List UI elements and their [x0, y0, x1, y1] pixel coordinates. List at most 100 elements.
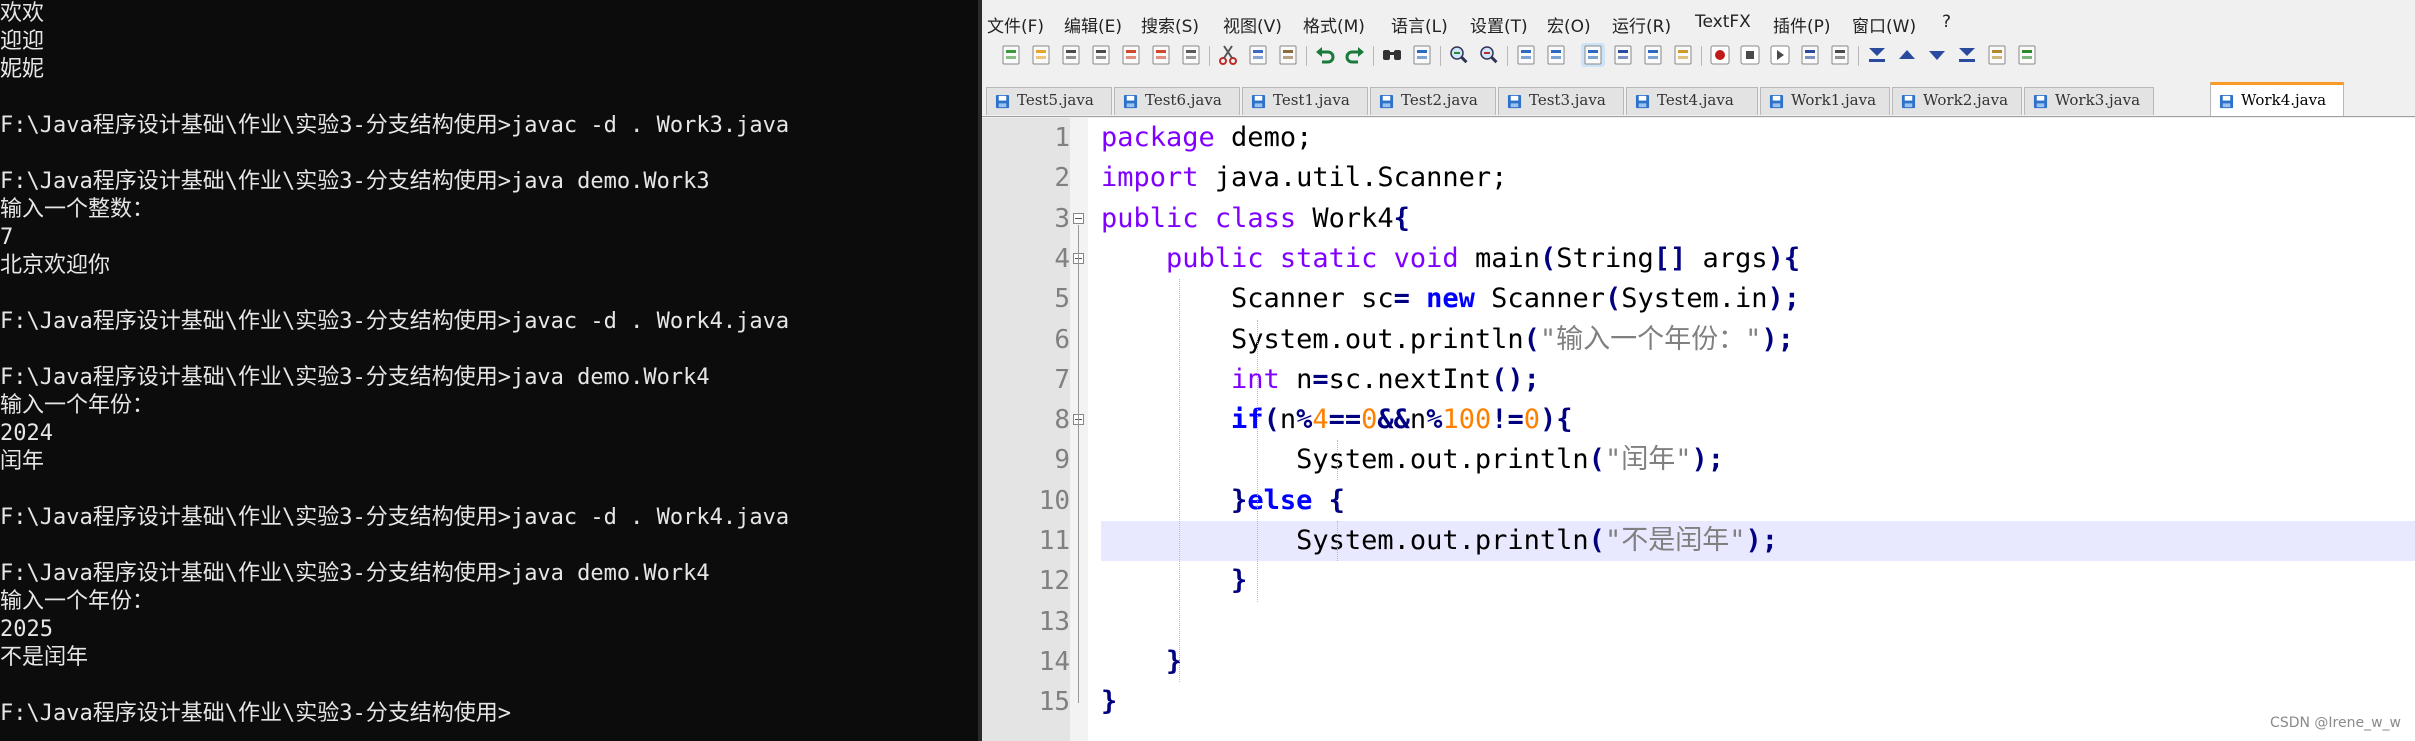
user-language-icon[interactable]: [1671, 43, 1695, 67]
stop-macro-icon[interactable]: [1738, 43, 1762, 67]
tab-file[interactable]: Test4.java: [1626, 87, 1758, 115]
find-icon[interactable]: [1380, 43, 1404, 67]
replace-icon[interactable]: [1410, 43, 1434, 67]
menu-item[interactable]: 格式(M): [1303, 12, 1365, 37]
up-icon[interactable]: [1895, 43, 1919, 67]
open-file-icon[interactable]: [1029, 43, 1053, 67]
line-number: 6: [1054, 325, 1070, 355]
indent-guide: [1257, 320, 1258, 602]
down-icon[interactable]: [1925, 43, 1949, 67]
zoom-in-icon[interactable]: [1447, 43, 1471, 67]
record-macro-icon[interactable]: [1708, 43, 1732, 67]
code-token: (: [1523, 324, 1540, 355]
show-all-chars-icon[interactable]: [1611, 43, 1635, 67]
menu-item[interactable]: 视图(V): [1223, 12, 1282, 37]
code-token: Scanner sc: [1101, 283, 1394, 314]
code-line: int n=sc.nextInt();: [1101, 360, 1540, 400]
cut-icon[interactable]: [1216, 43, 1240, 67]
tab-file[interactable]: Test2.java: [1370, 87, 1496, 115]
indent-guide-icon[interactable]: [1641, 43, 1665, 67]
code-editor[interactable]: 1 2 3 4 5 6 7 8 9 10 11 12 13 14 15 package demo; impor…: [982, 118, 2415, 741]
menu-item[interactable]: TextFX: [1695, 12, 1751, 32]
menu-item[interactable]: 宏(O): [1547, 12, 1591, 37]
tab-file[interactable]: Work1.java: [1760, 87, 1890, 115]
tab-file[interactable]: Test1.java: [1242, 87, 1368, 115]
line-number: 11: [1038, 526, 1070, 556]
menu-item[interactable]: 文件(F): [987, 12, 1044, 37]
tab-file[interactable]: Test3.java: [1498, 87, 1624, 115]
console-line: 妮妮: [0, 57, 45, 82]
line-number: 15: [1038, 687, 1070, 717]
menu-item[interactable]: 编辑(E): [1064, 12, 1122, 37]
save-icon: [1123, 94, 1138, 109]
sync-horizontal-icon[interactable]: [1544, 43, 1568, 67]
new-file-icon[interactable]: [999, 43, 1023, 67]
paste-icon[interactable]: [1276, 43, 1300, 67]
line-number: 8: [1054, 405, 1070, 435]
save-icon: [1507, 94, 1522, 109]
code-token: args: [1686, 243, 1768, 274]
tab-label: Work2.java: [1923, 91, 2009, 109]
tab-file[interactable]: Work3.java: [2024, 87, 2154, 115]
tab-file[interactable]: Test6.java: [1114, 87, 1240, 115]
save-macro-icon[interactable]: [1828, 43, 1852, 67]
save-all-icon[interactable]: [1089, 43, 1113, 67]
save-icon[interactable]: [1059, 43, 1083, 67]
code-token: "不是闰年": [1604, 525, 1746, 556]
console-line: 输入一个年份：: [0, 589, 155, 614]
code-line: if(n%4==0&&n%100!=0){: [1101, 400, 1572, 440]
play-macro-icon[interactable]: [1768, 43, 1792, 67]
copy-icon[interactable]: [1246, 43, 1270, 67]
line-number: 13: [1038, 607, 1070, 637]
code-token: 4: [1312, 404, 1329, 435]
code-token: n: [1409, 404, 1427, 435]
code-token: n: [1279, 364, 1313, 395]
console-line: 2024: [0, 421, 53, 446]
code-token: =: [1312, 364, 1329, 395]
zoom-out-icon[interactable]: [1477, 43, 1501, 67]
toolbar-separator: [1373, 46, 1374, 66]
tab-label: Test3.java: [1529, 91, 1606, 109]
command-prompt-window[interactable]: 欢欢 迎迎 妮妮 F:\Java程序设计基础\作业\实验3-分支结构使用>javac …: [0, 0, 978, 741]
close-icon[interactable]: [1119, 43, 1143, 67]
tab-file[interactable]: Work2.java: [1892, 87, 2022, 115]
redo-icon[interactable]: [1343, 43, 1367, 67]
menu-item[interactable]: 运行(R): [1612, 12, 1671, 37]
code-token: }: [1231, 565, 1248, 596]
spell-check-icon[interactable]: [2015, 43, 2039, 67]
tab-file[interactable]: Test5.java: [986, 87, 1112, 115]
tab-active-work4[interactable]: Work4.java: [2210, 82, 2344, 116]
toolbar-separator: [1701, 46, 1702, 66]
print-icon[interactable]: [1179, 43, 1203, 67]
undo-icon[interactable]: [1313, 43, 1337, 67]
save-icon: [2219, 94, 2234, 109]
word-wrap-icon[interactable]: [1581, 43, 1605, 67]
code-token: System.out.println: [1101, 444, 1589, 475]
menu-item[interactable]: 窗口(W): [1852, 12, 1916, 37]
menu-item[interactable]: 插件(P): [1773, 12, 1831, 37]
indent-guide: [1337, 521, 1338, 561]
run-macro-multiple-icon[interactable]: [1798, 43, 1822, 67]
sort-descending-icon[interactable]: [1955, 43, 1979, 67]
fold-margin[interactable]: [1070, 118, 1088, 741]
console-line: F:\Java程序设计基础\作业\实验3-分支结构使用>javac -d . W…: [0, 505, 790, 530]
menu-item[interactable]: 设置(T): [1470, 12, 1528, 37]
menu-item[interactable]: 语言(L): [1391, 12, 1448, 37]
sort-ascending-icon[interactable]: [1865, 43, 1889, 67]
menu-item[interactable]: ?: [1942, 12, 1951, 32]
code-line: public static void main(String[] args){: [1101, 239, 1800, 279]
code-token: (: [1588, 444, 1605, 475]
code-line: System.out.println("输入一个年份：");: [1101, 320, 1794, 360]
fold-toggle-icon[interactable]: [1073, 213, 1084, 224]
tab-bar: Test5.java Test6.java Test1.java Test2.java…: [982, 82, 2415, 117]
console-line: 欢欢: [0, 1, 45, 26]
code-line: }: [1101, 682, 1117, 722]
menu-item[interactable]: 搜索(S): [1141, 12, 1199, 37]
line-number: 9: [1054, 445, 1070, 475]
sync-vertical-icon[interactable]: [1514, 43, 1538, 67]
launch-browser-icon[interactable]: [1985, 43, 2009, 67]
close-all-icon[interactable]: [1149, 43, 1173, 67]
